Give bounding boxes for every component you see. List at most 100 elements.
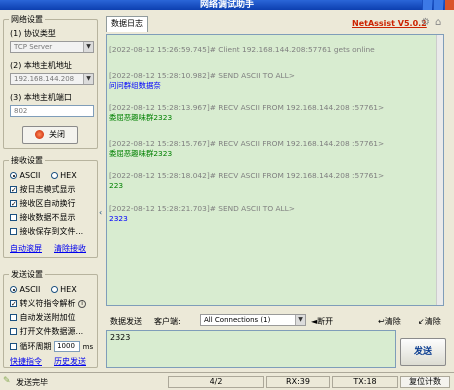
send-history-link[interactable]: 历史发送 (54, 356, 86, 367)
close-window-button[interactable] (444, 0, 454, 10)
close-button-label: 关闭 (49, 130, 65, 139)
client-label: 客户端: (154, 317, 181, 326)
quick-command-link[interactable]: 快捷指令 (10, 356, 42, 367)
checkbox-icon[interactable] (10, 228, 17, 235)
port-input[interactable]: 802 (10, 105, 94, 117)
chevron-down-icon: ▼ (83, 74, 93, 84)
client-select-value: All Connections (1) (204, 316, 271, 324)
send-button[interactable]: 发送 (400, 338, 446, 366)
protocol-label: (1) 协议类型 (10, 29, 56, 38)
chevron-down-icon: ▼ (83, 42, 93, 52)
collapse-arrow-icon[interactable]: ‹ (99, 208, 102, 217)
log-entry-header: [2022-08-12 15:26:59.745]# Client 192.16… (109, 45, 375, 54)
recv-option-label: 接收区自动换行 (19, 199, 76, 208)
recv-option[interactable]: 接收数据不显示 (10, 213, 76, 223)
log-entry-header: [2022-08-12 15:28:13.967]# RECV ASCII FR… (109, 103, 385, 112)
send-option-label: 自动发送附加位 (19, 313, 76, 322)
title-bar: 网络调试助手 (0, 0, 454, 10)
checkbox-checked-icon[interactable]: ✓ (10, 300, 17, 308)
recv-option[interactable]: ✓ 按日志模式显示 (10, 185, 76, 195)
send-encoding: ASCII HEX (10, 285, 77, 295)
maximize-button[interactable] (433, 0, 443, 10)
recv-option-label: 按日志模式显示 (19, 185, 76, 194)
clear-recv-link[interactable]: 清除接收 (54, 243, 86, 254)
brand-link[interactable]: NetAssist V5.0.2 (352, 19, 427, 28)
send-settings-label: 发送设置 (9, 269, 45, 280)
send-input[interactable]: 2323 (106, 330, 396, 368)
loop-label: 循环周期 (19, 342, 52, 351)
clear-all-label: 清除 (424, 317, 441, 326)
log-scrollbar[interactable] (436, 35, 443, 305)
minimize-button[interactable] (422, 0, 432, 10)
settings-icon[interactable]: ⚙ (421, 17, 430, 28)
info-icon[interactable]: i (78, 299, 87, 308)
status-icon: ✎ (3, 376, 11, 386)
checkbox-checked-icon[interactable]: ✓ (10, 200, 17, 208)
clear-icon: ↙ (418, 317, 425, 326)
send-option-label: 转义符指令解析 (19, 299, 76, 308)
status-count: 4/2 (168, 376, 264, 388)
clear-all-button[interactable]: ↙清除 (418, 316, 441, 327)
status-bar: ✎ 发送完毕 4/2 RX:39 TX:18 复位计数 (0, 372, 454, 390)
log-entry-message: 委屈恶趣味群2323 (109, 149, 173, 158)
home-icon[interactable]: ⌂ (435, 17, 441, 28)
send-option[interactable]: 自动发送附加位 (10, 313, 76, 323)
receive-log-area[interactable]: [2022-08-12 15:26:59.745]# Client 192.16… (106, 34, 444, 306)
send-ascii-label: ASCII (19, 285, 41, 294)
recv-option[interactable]: ✓ 接收区自动换行 (10, 199, 76, 209)
recv-option[interactable]: 接收保存到文件... (10, 227, 83, 237)
recv-settings-group: 接收设置 ASCII HEX ✓ 按日志模式显示 ✓ 接收区自动换行 接收数据不… (3, 155, 98, 258)
host-select[interactable]: 192.168.144.208 ▼ (10, 73, 94, 85)
host-label: (2) 本地主机地址 (10, 61, 72, 70)
disconnect-button[interactable]: ◄断开 (311, 316, 333, 327)
log-entry: [2022-08-12 15:28:15.767]# RECV ASCII FR… (109, 139, 384, 159)
recv-option-label: 接收保存到文件... (19, 227, 84, 236)
checkbox-icon[interactable] (10, 343, 17, 350)
checkbox-icon[interactable] (10, 214, 17, 221)
send-option-label: 打开文件数据源... (19, 327, 84, 336)
recv-ascii-radio[interactable] (10, 172, 17, 179)
log-entry: [2022-08-12 15:28:21.703]# SEND ASCII TO… (109, 204, 295, 224)
log-entry-header: [2022-08-12 15:28:15.767]# RECV ASCII FR… (109, 139, 385, 148)
log-entry: [2022-08-12 15:28:10.982]# SEND ASCII TO… (109, 71, 295, 91)
tab-data-log[interactable]: 数据日志 (106, 16, 148, 32)
send-toolbar: 数据发送 客户端: All Connections (1) ▼ ◄断开 ↩清除 … (106, 313, 452, 327)
tx-counter: TX:18 (332, 376, 398, 388)
loop-option: 循环周期 1000 ms (10, 341, 93, 352)
log-entry-message: 223 (109, 181, 124, 190)
loop-unit: ms (82, 343, 94, 351)
send-option[interactable]: ✓ 转义符指令解析 i (10, 299, 87, 309)
recv-option-label: 接收数据不显示 (19, 213, 76, 222)
reset-count-button[interactable]: 复位计数 (400, 376, 450, 388)
chevron-down-icon: ▼ (295, 315, 305, 325)
status-text: 发送完毕 (16, 378, 48, 387)
log-entry-message: 问问群组数据奈 (109, 81, 161, 90)
loop-period-input[interactable]: 1000 (54, 341, 81, 352)
log-entry: [2022-08-12 15:28:13.967]# RECV ASCII FR… (109, 103, 384, 123)
protocol-select[interactable]: TCP Server ▼ (10, 41, 94, 53)
auto-scroll-link[interactable]: 自动滚屏 (10, 243, 42, 254)
recv-hex-radio[interactable] (50, 172, 58, 179)
port-label: (3) 本地主机端口 (10, 93, 72, 102)
disconnect-label: 断开 (317, 317, 334, 326)
send-hex-radio[interactable] (50, 286, 58, 293)
client-select[interactable]: All Connections (1) ▼ (200, 314, 306, 326)
log-entry-header: [2022-08-12 15:28:18.042]# RECV ASCII FR… (109, 171, 385, 180)
recv-encoding: ASCII HEX (10, 171, 77, 181)
clear-icon: ↩ (378, 317, 385, 326)
log-entry: [2022-08-12 15:28:18.042]# RECV ASCII FR… (109, 171, 384, 191)
close-connection-button[interactable]: 关闭 (22, 126, 78, 144)
checkbox-checked-icon[interactable]: ✓ (10, 186, 17, 194)
checkbox-icon[interactable] (10, 328, 17, 335)
clear-send-label: 清除 (384, 317, 401, 326)
log-entry-message: 2323 (109, 214, 128, 223)
send-ascii-radio[interactable] (10, 286, 17, 293)
recv-settings-label: 接收设置 (9, 155, 45, 166)
protocol-value: TCP Server (14, 43, 53, 51)
rx-counter: RX:39 (266, 376, 330, 388)
send-option[interactable]: 打开文件数据源... (10, 327, 83, 337)
clear-send-button[interactable]: ↩清除 (378, 316, 401, 327)
checkbox-icon[interactable] (10, 314, 17, 321)
send-hex-label: HEX (60, 285, 77, 294)
data-send-label: 数据发送 (110, 317, 142, 326)
